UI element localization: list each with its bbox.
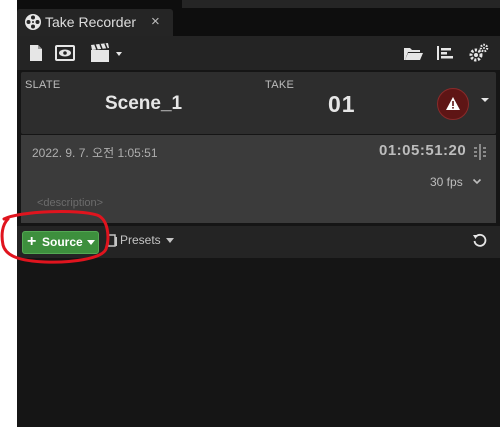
slate-field[interactable]: Scene_1 bbox=[105, 93, 182, 115]
record-button[interactable] bbox=[437, 88, 469, 120]
tab-take-recorder[interactable]: Take Recorder × bbox=[17, 9, 173, 36]
review-icon[interactable] bbox=[53, 41, 77, 65]
close-icon[interactable]: × bbox=[151, 13, 160, 30]
take-field[interactable]: 01 bbox=[328, 91, 356, 118]
toolbar bbox=[17, 36, 500, 70]
tab-title: Take Recorder bbox=[45, 14, 137, 30]
timecode-provider-icon[interactable] bbox=[473, 144, 487, 160]
settings-icon[interactable] bbox=[467, 41, 491, 65]
open-folder-icon[interactable] bbox=[402, 41, 424, 65]
caret-down-icon[interactable] bbox=[166, 238, 174, 244]
chevron-down-icon[interactable] bbox=[480, 96, 490, 104]
slate-label: SLATE bbox=[25, 79, 61, 91]
clapperboard-icon[interactable] bbox=[89, 41, 129, 65]
film-reel-icon bbox=[25, 14, 41, 30]
warning-icon bbox=[446, 97, 460, 110]
frame-rate-dropdown[interactable]: 30 fps bbox=[430, 175, 463, 189]
highlight-annotation bbox=[0, 210, 110, 264]
tab-strip-bar bbox=[182, 0, 500, 8]
timestamp-text: 2022. 9. 7. 오전 1:05:51 bbox=[32, 146, 158, 160]
chevron-down-icon[interactable] bbox=[472, 178, 482, 186]
reset-icon[interactable] bbox=[472, 233, 488, 249]
sequence-icon[interactable] bbox=[435, 41, 455, 65]
new-file-icon[interactable] bbox=[26, 41, 46, 65]
sources-list-area bbox=[17, 258, 500, 427]
timecode-text: 01:05:51:20 bbox=[379, 142, 467, 159]
presets-dropdown[interactable]: Presets bbox=[120, 233, 161, 247]
slate-take-section: SLATE Scene_1 TAKE 01 bbox=[21, 72, 496, 134]
take-label: TAKE bbox=[265, 79, 295, 91]
tab-strip: Take Recorder × bbox=[17, 0, 500, 36]
